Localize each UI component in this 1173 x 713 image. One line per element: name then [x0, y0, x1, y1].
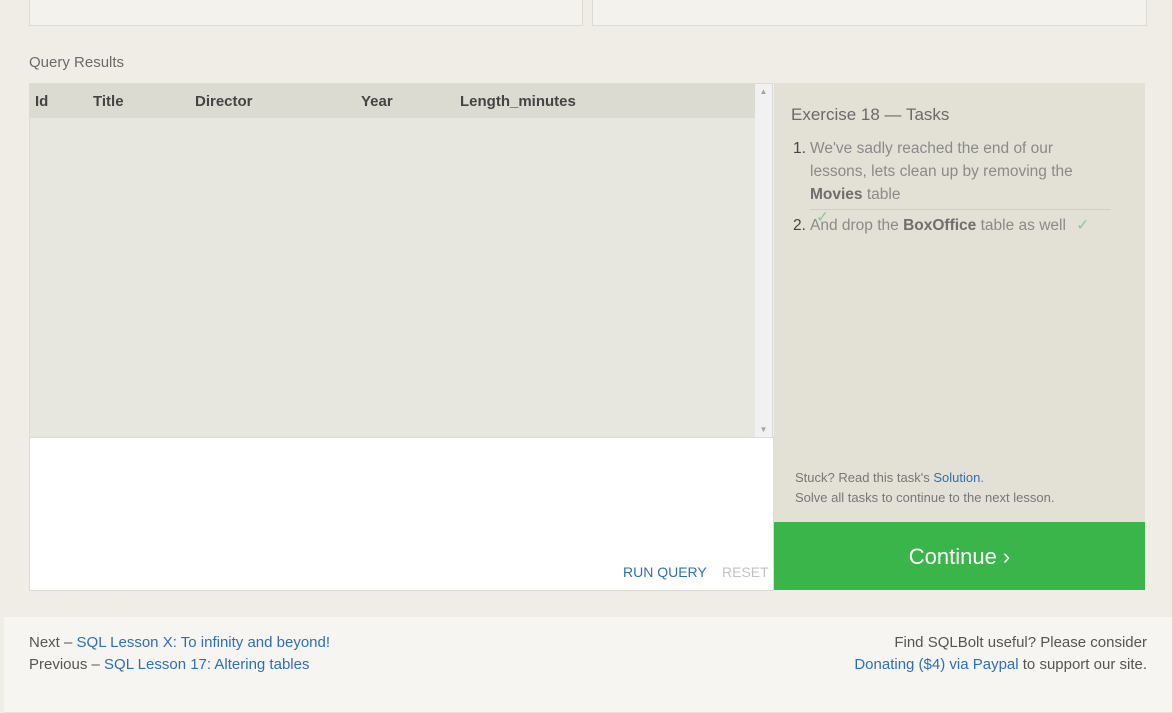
task-text: And drop the: [810, 217, 904, 234]
tasks-panel: Exercise 18 — Tasks 1. We've sadly reach…: [774, 83, 1145, 522]
reset-button[interactable]: RESET: [722, 564, 769, 580]
previous-lesson-line: Previous – SQL Lesson 17: Altering table…: [29, 656, 309, 673]
previous-prefix: Previous –: [29, 656, 105, 673]
task-divider: [810, 209, 1111, 210]
task-table-name: BoxOffice: [903, 217, 977, 234]
run-query-button[interactable]: RUN QUERY: [623, 564, 707, 580]
column-header-title: Title: [93, 93, 124, 110]
scroll-down-arrow-icon[interactable]: ▼: [755, 425, 772, 434]
stuck-text-end: .: [980, 470, 984, 485]
task-text: We've sadly reached the end of our lesso…: [810, 140, 1073, 180]
query-editor[interactable]: RUN QUERY RESET: [29, 437, 774, 591]
task-text: table: [862, 186, 901, 203]
continue-button[interactable]: Continue ›: [774, 522, 1145, 590]
query-results-label: Query Results: [29, 54, 125, 71]
schema-panel-right: [592, 0, 1147, 26]
donate-link[interactable]: Donating ($4) via Paypal: [854, 656, 1018, 673]
task-item-2: 2. And drop the BoxOffice table as well …: [793, 214, 1111, 237]
solve-all-text: Solve all tasks to continue to the next …: [795, 490, 1055, 505]
solution-link[interactable]: Solution: [933, 470, 980, 485]
task-number: 2.: [793, 217, 806, 234]
next-prefix: Next –: [29, 634, 77, 651]
support-text: Find SQLBolt useful? Please consider: [894, 634, 1147, 651]
next-lesson-link[interactable]: SQL Lesson X: To infinity and beyond!: [77, 634, 331, 651]
footer: Next – SQL Lesson X: To infinity and bey…: [4, 617, 1173, 713]
schema-panel-left: [29, 0, 583, 26]
task-number: 1.: [793, 140, 806, 157]
next-lesson-line: Next – SQL Lesson X: To infinity and bey…: [29, 634, 330, 651]
column-header-director: Director: [195, 93, 253, 110]
query-results-table: Id Title Director Year Length_minutes ▲ …: [29, 83, 773, 438]
results-scrollbar[interactable]: ▲ ▼: [755, 84, 772, 437]
stuck-text: Stuck? Read this task's: [795, 470, 934, 485]
column-header-id: Id: [35, 93, 49, 110]
check-icon: ✓: [1076, 217, 1090, 234]
stuck-hint: Stuck? Read this task's Solution. Solve …: [795, 468, 1054, 508]
donate-line: Donating ($4) via Paypal to support our …: [854, 656, 1147, 673]
scroll-up-arrow-icon[interactable]: ▲: [755, 87, 772, 96]
tasks-title: Exercise 18 — Tasks: [791, 105, 950, 124]
task-text: table as well: [976, 217, 1066, 234]
previous-lesson-link[interactable]: SQL Lesson 17: Altering tables: [104, 656, 309, 673]
donate-suffix: to support our site.: [1018, 656, 1147, 673]
column-header-year: Year: [361, 93, 393, 110]
column-header-length-minutes: Length_minutes: [460, 93, 576, 110]
results-header-row: Id Title Director Year Length_minutes: [30, 84, 757, 118]
task-table-name: Movies: [810, 186, 863, 203]
